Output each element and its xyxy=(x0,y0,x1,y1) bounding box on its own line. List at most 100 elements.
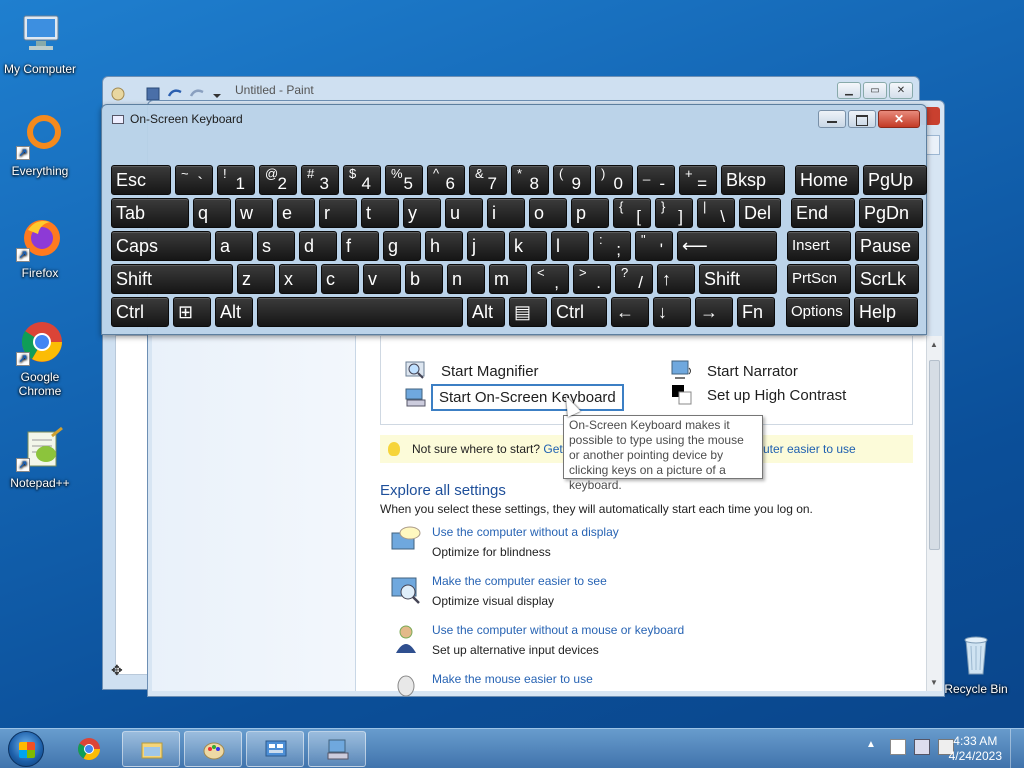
key[interactable]: & 7 xyxy=(469,165,507,195)
key[interactable]: g xyxy=(383,231,421,261)
key[interactable]: | \ xyxy=(697,198,735,228)
key[interactable]: Help xyxy=(854,297,918,327)
key[interactable]: Pause xyxy=(855,231,919,261)
key[interactable]: ) 0 xyxy=(595,165,633,195)
key[interactable]: $4 xyxy=(343,165,381,195)
key[interactable]: z xyxy=(237,264,275,294)
show-hidden-icons-icon[interactable]: ▲ xyxy=(866,739,882,755)
key[interactable]: @2 xyxy=(259,165,297,195)
scroll-down-icon[interactable]: ▼ xyxy=(930,678,938,687)
clock[interactable]: 4:33 AM 4/24/2023 xyxy=(949,734,1002,764)
tip-link[interactable]: Get xyxy=(543,442,562,456)
key[interactable]: Ctrl xyxy=(551,297,607,327)
key[interactable]: l xyxy=(551,231,589,261)
key[interactable]: → xyxy=(695,297,733,327)
key[interactable]: <, xyxy=(531,264,569,294)
key[interactable]: End xyxy=(791,198,855,228)
start-magnifier-link[interactable]: Start Magnifier xyxy=(405,360,539,382)
key[interactable]: k xyxy=(509,231,547,261)
setting-link[interactable]: Make the mouse easier to use xyxy=(432,672,593,692)
key[interactable]: * 8 xyxy=(511,165,549,195)
key[interactable]: Del xyxy=(739,198,781,228)
key[interactable]: + = xyxy=(679,165,717,195)
key[interactable]: ⟵ xyxy=(677,231,777,261)
key[interactable] xyxy=(257,297,463,327)
key[interactable]: PgDn xyxy=(859,198,923,228)
paint-maximize-button[interactable]: ▭ xyxy=(863,82,887,99)
key[interactable]: Fn xyxy=(737,297,775,327)
key[interactable]: h xyxy=(425,231,463,261)
key[interactable]: Bksp xyxy=(721,165,785,195)
key[interactable]: PgUp xyxy=(863,165,927,195)
setting-link[interactable]: Use the computer without a mouse or keyb… xyxy=(432,623,684,643)
show-desktop-button[interactable] xyxy=(1010,729,1024,768)
start-button[interactable] xyxy=(8,731,44,767)
key[interactable]: j xyxy=(467,231,505,261)
network-icon[interactable] xyxy=(914,739,930,755)
key[interactable]: x xyxy=(279,264,317,294)
taskbar-chrome[interactable] xyxy=(60,731,118,767)
taskbar-paint[interactable] xyxy=(184,731,242,767)
start-osk-link[interactable]: Start On-Screen Keyboard xyxy=(405,384,624,411)
ease-scrollbar[interactable]: ▲ ▼ xyxy=(926,336,942,691)
tip-link-continued[interactable]: uter easier to use xyxy=(763,435,856,463)
key[interactable]: Ctrl xyxy=(111,297,169,327)
key[interactable]: ~ ` xyxy=(175,165,213,195)
desktop-icon-firefox[interactable]: ↗ Firefox xyxy=(0,214,80,280)
set-up-high-contrast-link[interactable]: Set up High Contrast xyxy=(671,384,846,406)
key[interactable]: ▤ xyxy=(509,297,547,327)
key[interactable]: ⊞ xyxy=(173,297,211,327)
key[interactable]: }] xyxy=(655,198,693,228)
key[interactable]: Tab xyxy=(111,198,189,228)
desktop-icon-google-chrome[interactable]: ↗ Google Chrome xyxy=(0,318,80,398)
action-center-icon[interactable] xyxy=(890,739,906,755)
key[interactable]: ^ 6 xyxy=(427,165,465,195)
key[interactable]: d xyxy=(299,231,337,261)
taskbar-explorer[interactable] xyxy=(122,731,180,767)
key[interactable]: Options xyxy=(786,297,850,327)
setting-without-display[interactable]: Use the computer without a display Optimi… xyxy=(390,525,619,559)
key[interactable]: Alt xyxy=(467,297,505,327)
paint-close-button[interactable]: ✕ xyxy=(889,82,913,99)
key[interactable]: e xyxy=(277,198,315,228)
key[interactable]: r xyxy=(319,198,357,228)
setting-mouse-easier[interactable]: Make the mouse easier to use xyxy=(390,672,593,704)
scroll-thumb[interactable] xyxy=(929,360,940,550)
on-screen-keyboard-window[interactable]: On-Screen Keyboard ✕ Esc ~ `! 1 @2 #3 $4% 5 ^ 6 & 7… xyxy=(101,104,927,335)
key[interactable]: i xyxy=(487,198,525,228)
key[interactable]: v xyxy=(363,264,401,294)
setting-link[interactable]: Use the computer without a display xyxy=(432,525,619,545)
key[interactable]: m xyxy=(489,264,527,294)
key[interactable]: {[ xyxy=(613,198,651,228)
key[interactable]: Insert xyxy=(787,231,851,261)
key[interactable]: #3 xyxy=(301,165,339,195)
osk-close-button[interactable]: ✕ xyxy=(878,110,920,128)
key[interactable]: _ - xyxy=(637,165,675,195)
key[interactable]: >. xyxy=(573,264,611,294)
key[interactable]: (9 xyxy=(553,165,591,195)
key[interactable]: c xyxy=(321,264,359,294)
key[interactable]: Home xyxy=(795,165,859,195)
key[interactable]: ← xyxy=(611,297,649,327)
setting-without-mouse-keyboard[interactable]: Use the computer without a mouse or keyb… xyxy=(390,623,684,657)
key[interactable]: u xyxy=(445,198,483,228)
osk-minimize-button[interactable] xyxy=(818,110,846,128)
key[interactable]: Alt xyxy=(215,297,253,327)
desktop-icon-notepadpp[interactable]: ↗ Notepad++ xyxy=(0,424,80,490)
key[interactable]: s xyxy=(257,231,295,261)
paint-minimize-button[interactable]: ▁ xyxy=(837,82,861,99)
key[interactable]: t xyxy=(361,198,399,228)
key[interactable]: b xyxy=(405,264,443,294)
key[interactable]: Esc xyxy=(111,165,171,195)
scroll-up-icon[interactable]: ▲ xyxy=(930,340,938,349)
setting-easier-to-see[interactable]: Make the computer easier to see Optimize … xyxy=(390,574,607,608)
desktop-icon-everything[interactable]: ↗ Everything xyxy=(0,112,80,178)
key[interactable]: a xyxy=(215,231,253,261)
key[interactable]: ↑ xyxy=(657,264,695,294)
key[interactable]: PrtScn xyxy=(787,264,851,294)
key[interactable]: n xyxy=(447,264,485,294)
key[interactable]: Shift xyxy=(699,264,777,294)
key[interactable]: y xyxy=(403,198,441,228)
taskbar-osk[interactable] xyxy=(308,731,366,767)
key[interactable]: ? / xyxy=(615,264,653,294)
